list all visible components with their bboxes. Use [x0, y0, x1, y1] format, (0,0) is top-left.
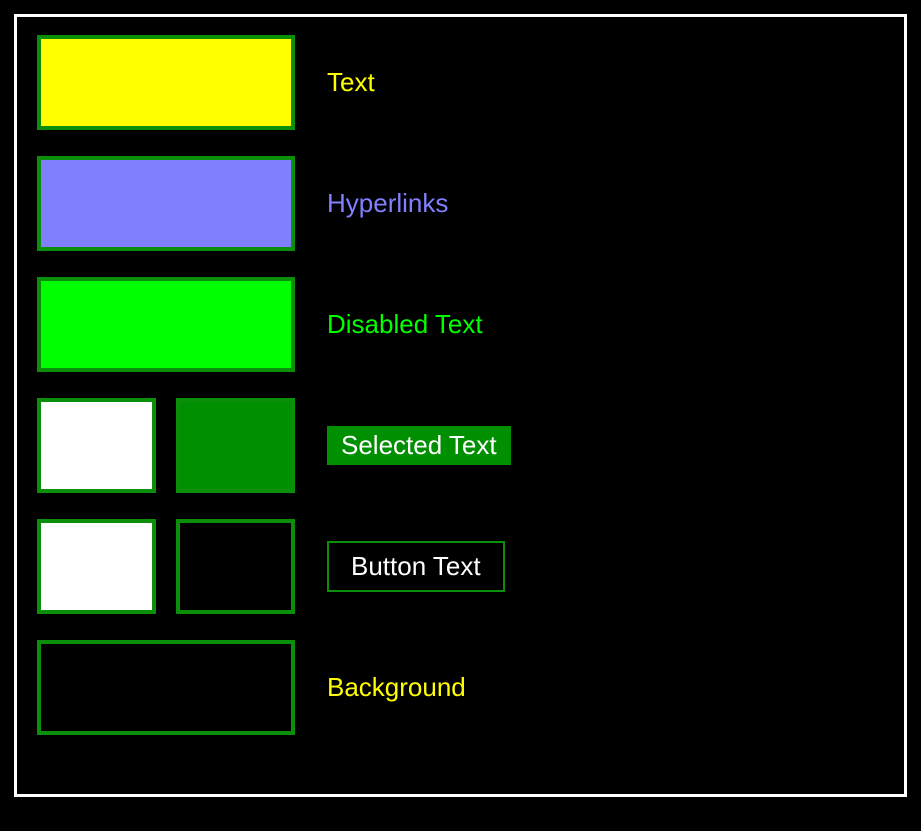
swatch-selected-bg[interactable]	[176, 398, 295, 493]
row-hyperlinks: Hyperlinks	[37, 156, 884, 251]
swatch-selected-fg[interactable]	[37, 398, 156, 493]
swatch-background[interactable]	[37, 640, 295, 735]
label-selected-text: Selected Text	[327, 426, 511, 465]
row-text: Text	[37, 35, 884, 130]
swatch-hyperlinks[interactable]	[37, 156, 295, 251]
row-disabled-text: Disabled Text	[37, 277, 884, 372]
row-selected-text: Selected Text	[37, 398, 884, 493]
theme-color-frame: Text Hyperlinks Disabled Text Selected T…	[14, 14, 907, 797]
swatch-pair-button	[37, 519, 295, 614]
label-background: Background	[327, 672, 466, 703]
swatch-button-fg[interactable]	[37, 519, 156, 614]
row-background: Background	[37, 640, 884, 735]
swatch-text[interactable]	[37, 35, 295, 130]
label-button-text: Button Text	[327, 541, 505, 592]
swatch-button-bg[interactable]	[176, 519, 295, 614]
swatch-pair-selected	[37, 398, 295, 493]
label-disabled-text: Disabled Text	[327, 309, 483, 340]
swatch-disabled-text[interactable]	[37, 277, 295, 372]
label-hyperlinks: Hyperlinks	[327, 188, 448, 219]
row-button-text: Button Text	[37, 519, 884, 614]
label-text: Text	[327, 67, 375, 98]
